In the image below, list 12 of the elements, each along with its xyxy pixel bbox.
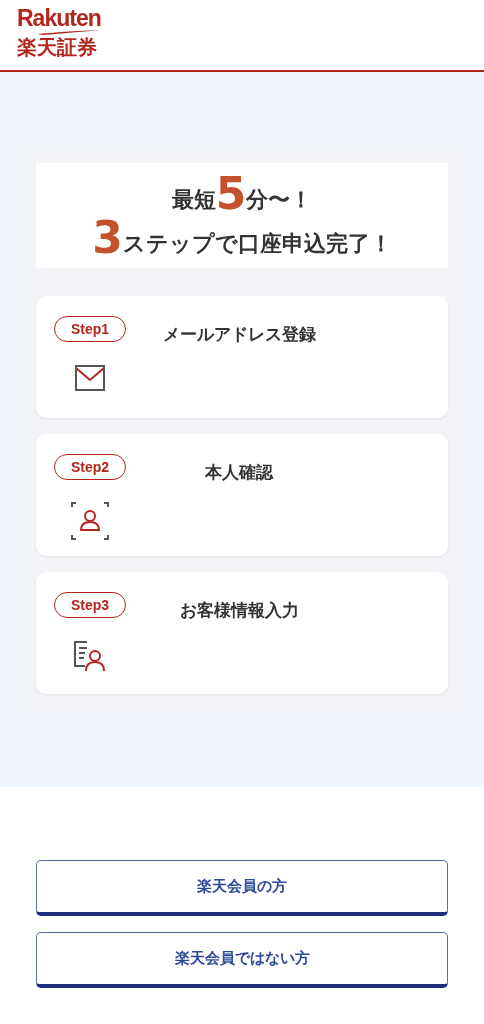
step-title: メールアドレス登録 — [162, 324, 316, 344]
logo-subtitle: 楽天証券 — [17, 35, 97, 59]
member-button[interactable]: 楽天会員の方 — [36, 860, 448, 916]
logo-wordmark: Rakuten — [17, 6, 101, 30]
member-button[interactable]: 楽天会員ではない方 — [36, 932, 448, 988]
headline-text: 最短5分〜！ — [171, 172, 313, 215]
form-person-icon — [73, 640, 107, 672]
person-scan-icon — [71, 502, 109, 540]
step-title: お客様情報入力 — [179, 600, 299, 620]
headline-text: 3ステップで口座申込完了！ — [92, 216, 392, 259]
envelope-icon — [74, 364, 106, 392]
step-title: 本人確認 — [205, 462, 273, 482]
